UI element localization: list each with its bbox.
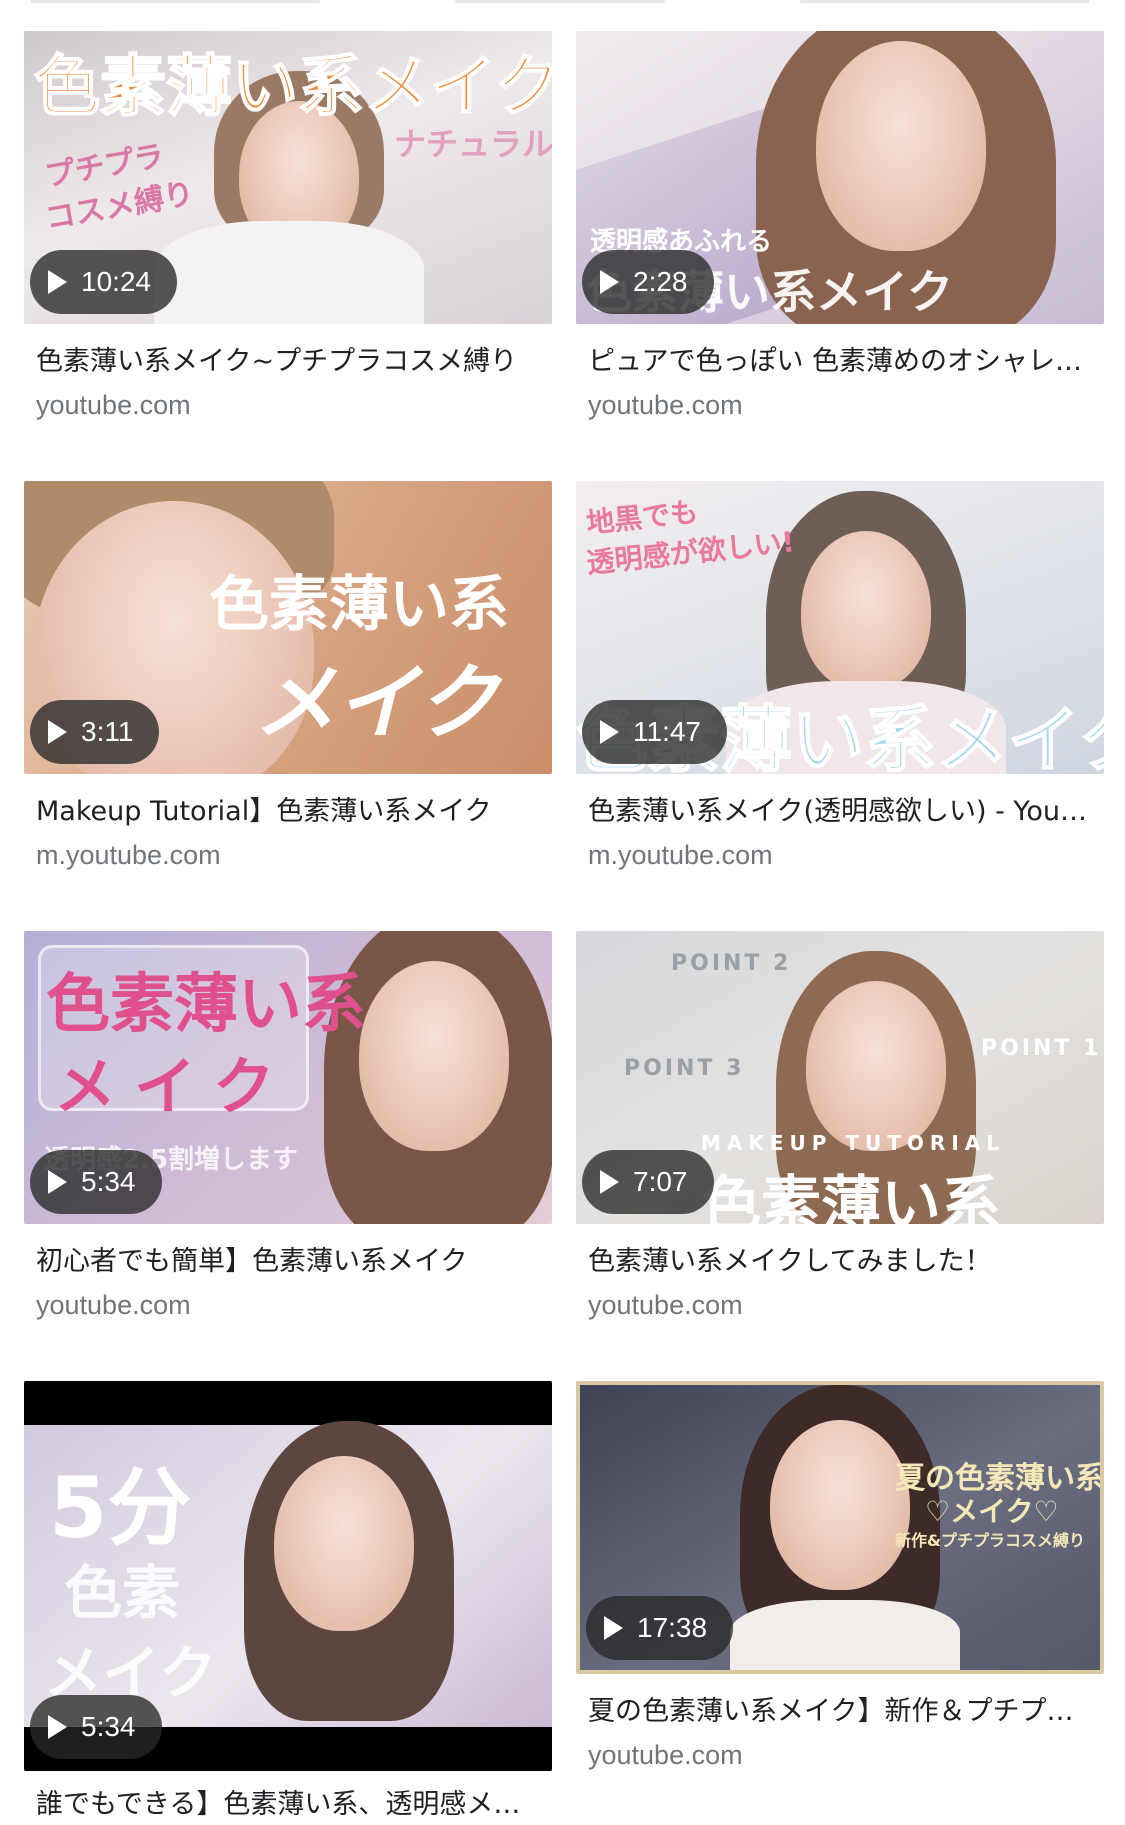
play-icon xyxy=(48,270,67,294)
duration-text: 3:11 xyxy=(81,716,134,747)
result-card[interactable]: 色素薄い系 メイク 透明感2.5割増します 5:34 初心者でも簡単】色素薄い系… xyxy=(24,931,552,1322)
duration-badge[interactable]: 5:34 xyxy=(30,1150,162,1214)
play-icon xyxy=(600,270,619,294)
result-title[interactable]: ピュアで色っぽい 色素薄めのオシャレメイク xyxy=(588,344,1093,380)
video-thumbnail[interactable]: 色素薄い系 メイク 3:11 xyxy=(24,481,552,774)
result-domain[interactable]: youtube.com xyxy=(588,388,1104,422)
duration-badge[interactable]: 2:28 xyxy=(582,250,714,314)
result-card[interactable]: 色素薄い系 メイク 3:11 Makeup Tutorial】色素薄い系メイク … xyxy=(24,481,552,872)
thumbnail-sub-text: 地黒でも xyxy=(584,495,700,540)
play-icon xyxy=(604,1616,623,1640)
result-title[interactable]: 夏の色素薄い系メイク】新作＆プチプラコスメ縛り xyxy=(588,1694,1093,1730)
video-thumbnail[interactable]: 色素薄い系 メイク 透明感2.5割増します 5:34 xyxy=(24,931,552,1224)
result-title[interactable]: 色素薄い系メイク(透明感欲しい) - YouTube xyxy=(588,794,1093,830)
result-domain[interactable]: youtube.com xyxy=(36,388,552,422)
play-icon xyxy=(600,720,619,744)
result-title[interactable]: 誰でもできる】色素薄い系、透明感メイク xyxy=(36,1787,541,1823)
video-thumbnail[interactable]: 夏の色素薄い系 ♡メイク♡ 新作&プチプラコスメ縛り 17:38 xyxy=(576,1381,1104,1674)
video-thumbnail[interactable]: 透明感あふれる 色素薄い系メイク 2:28 xyxy=(576,31,1104,324)
result-card[interactable]: 5分 色素 メイク 5:34 誰でもできる】色素薄い系、透明感メイク xyxy=(24,1381,552,1823)
duration-badge[interactable]: 11:47 xyxy=(582,700,727,764)
result-domain[interactable]: m.youtube.com xyxy=(36,838,552,872)
result-domain[interactable]: youtube.com xyxy=(36,1288,552,1322)
result-title[interactable]: 色素薄い系メイク~プチプラコスメ縛り xyxy=(36,344,541,380)
thumbnail-sub-text: コスメ縛り xyxy=(42,176,197,237)
thumbnail-sub-text: POINT 2 xyxy=(671,951,792,976)
thumbnail-sub-text: ♡メイク♡ xyxy=(925,1495,1059,1528)
thumbnail-sub-text: POINT 1 xyxy=(981,1036,1102,1061)
result-card[interactable]: POINT 2 POINT 3 POINT 1 MAKEUP TUTORIAL … xyxy=(576,931,1104,1322)
duration-text: 5:34 xyxy=(81,1711,136,1742)
duration-text: 10:24 xyxy=(81,266,152,297)
result-card[interactable]: 透明感あふれる 色素薄い系メイク 2:28 ピュアで色っぽい 色素薄めのオシャレ… xyxy=(576,31,1104,422)
play-icon xyxy=(48,720,67,744)
duration-badge[interactable]: 10:24 xyxy=(30,250,178,314)
thumbnail-sub-text: ナチュラル xyxy=(394,125,552,163)
result-card[interactable]: 地黒でも 透明感が欲しい! 色素薄い系メイク 11:47 色素薄い系メイク(透明… xyxy=(576,481,1104,872)
duration-text: 5:34 xyxy=(81,1166,136,1197)
video-thumbnail[interactable]: 色素薄い系メイク プチプラ コスメ縛り ナチュラル 10:24 xyxy=(24,31,552,324)
play-icon xyxy=(600,1170,619,1194)
result-title[interactable]: 色素薄い系メイクしてみました！ xyxy=(588,1244,1093,1280)
thumbnail-sub-text: プチプラ xyxy=(42,138,167,195)
video-thumbnail[interactable]: 地黒でも 透明感が欲しい! 色素薄い系メイク 11:47 xyxy=(576,481,1104,774)
video-thumbnail[interactable]: POINT 2 POINT 3 POINT 1 MAKEUP TUTORIAL … xyxy=(576,931,1104,1224)
duration-text: 2:28 xyxy=(633,266,688,297)
thumbnail-sub-text: POINT 3 xyxy=(624,1056,745,1081)
thumbnail-sub-text: 透明感が欲しい! xyxy=(585,525,797,580)
thumbnail-main-text: 5分 xyxy=(49,1459,192,1557)
result-domain[interactable]: youtube.com xyxy=(588,1288,1104,1322)
result-domain[interactable]: m.youtube.com xyxy=(588,838,1104,872)
result-card[interactable]: 色素薄い系メイク プチプラ コスメ縛り ナチュラル 10:24 色素薄い系メイク… xyxy=(24,31,552,422)
play-icon xyxy=(48,1170,67,1194)
thumbnail-sub-text: 色素 xyxy=(64,1559,181,1627)
duration-text: 7:07 xyxy=(633,1166,688,1197)
result-domain[interactable]: youtube.com xyxy=(588,1738,1104,1772)
play-icon xyxy=(48,1715,67,1739)
result-title[interactable]: 初心者でも簡単】色素薄い系メイク xyxy=(36,1244,541,1280)
duration-text: 11:47 xyxy=(633,716,701,747)
top-divider xyxy=(0,0,1125,14)
duration-badge[interactable]: 7:07 xyxy=(582,1150,714,1214)
video-thumbnail[interactable]: 5分 色素 メイク 5:34 xyxy=(24,1381,552,1771)
duration-badge[interactable]: 3:11 xyxy=(30,700,160,764)
duration-badge[interactable]: 17:38 xyxy=(586,1596,734,1660)
duration-badge[interactable]: 5:34 xyxy=(30,1695,162,1759)
duration-text: 17:38 xyxy=(637,1612,708,1643)
result-title[interactable]: Makeup Tutorial】色素薄い系メイク xyxy=(36,794,541,830)
result-card[interactable]: 夏の色素薄い系 ♡メイク♡ 新作&プチプラコスメ縛り 17:38 夏の色素薄い系… xyxy=(576,1381,1104,1772)
